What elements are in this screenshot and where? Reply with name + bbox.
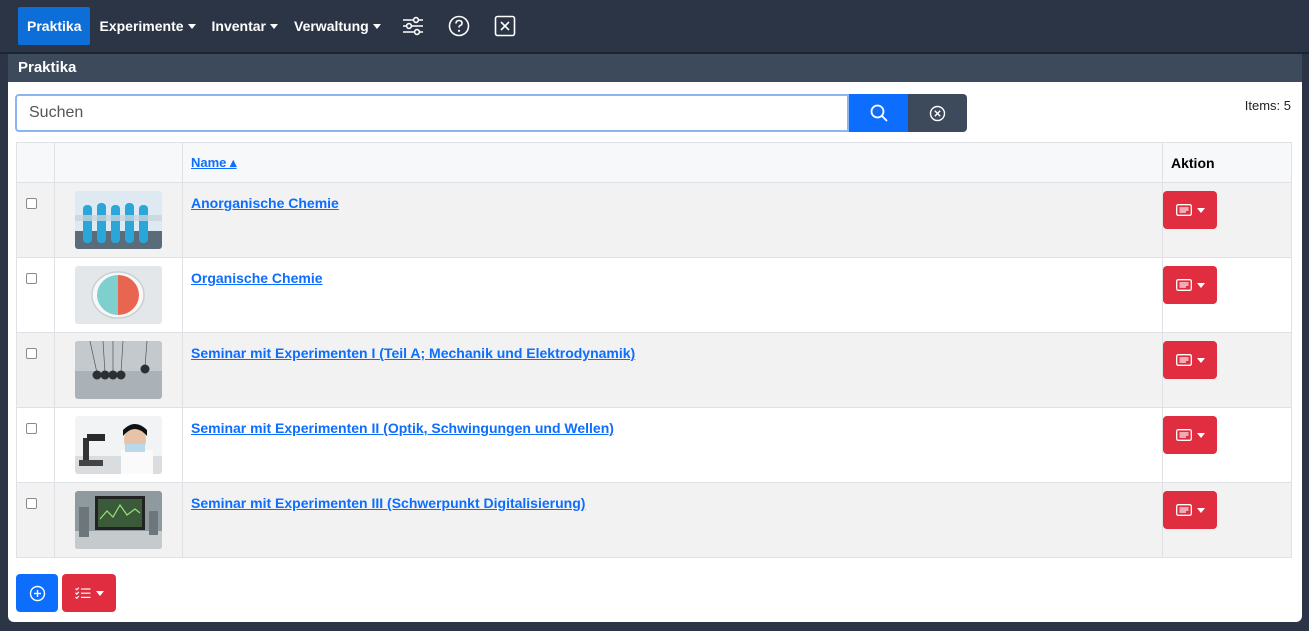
- header-image-col: [54, 142, 183, 183]
- clear-search-button[interactable]: [908, 94, 967, 132]
- main-content: Items: 5 Name ▴ Aktion: [8, 82, 1302, 622]
- chevron-down-icon: [1196, 207, 1205, 213]
- search-icon: [870, 104, 887, 122]
- items-count: Items: 5: [1244, 98, 1291, 113]
- search-input[interactable]: [15, 94, 849, 132]
- header-name-col: Name ▴: [182, 142, 1163, 183]
- nav-verwaltung-label: Verwaltung: [294, 18, 369, 34]
- document-icon: [1175, 204, 1192, 216]
- help-circle-icon[interactable]: [436, 7, 482, 45]
- bulk-actions-dropdown[interactable]: [62, 574, 116, 612]
- list-check-icon: [74, 587, 90, 599]
- row-action-dropdown[interactable]: [1163, 191, 1217, 229]
- document-icon: [1175, 354, 1192, 366]
- header-checkbox-col: [16, 142, 55, 183]
- search-bar: [15, 94, 967, 132]
- chevron-down-icon: [1196, 432, 1205, 438]
- document-icon: [1175, 279, 1192, 291]
- chevron-down-icon: [187, 23, 196, 29]
- row-name-link[interactable]: Seminar mit Experimenten II (Optik, Schw…: [191, 420, 614, 436]
- praktika-table: Name ▴ Aktion Anorganische Chemie Organi…: [16, 142, 1292, 558]
- top-navbar: Praktika Experimente Inventar Verwaltung: [0, 0, 1309, 52]
- table-row: Anorganische Chemie: [16, 182, 1292, 258]
- microscope-scientist-image: [75, 416, 162, 474]
- table-row: Seminar mit Experimenten I (Teil A; Mech…: [16, 332, 1292, 408]
- row-checkbox[interactable]: [26, 498, 37, 509]
- row-name-link[interactable]: Organische Chemie: [191, 270, 323, 286]
- row-action-dropdown[interactable]: [1163, 341, 1217, 379]
- document-icon: [1175, 504, 1192, 516]
- search-button[interactable]: [849, 94, 908, 132]
- row-action-dropdown[interactable]: [1163, 416, 1217, 454]
- document-icon: [1175, 429, 1192, 441]
- table-row: Organische Chemie: [16, 257, 1292, 333]
- header-action-col: Aktion: [1162, 142, 1292, 183]
- add-button[interactable]: [16, 574, 58, 612]
- row-name-link[interactable]: Seminar mit Experimenten III (Schwerpunk…: [191, 495, 585, 511]
- table-row: Seminar mit Experimenten III (Schwerpunk…: [16, 482, 1292, 558]
- row-checkbox[interactable]: [26, 348, 37, 359]
- clear-circle-icon: [929, 105, 946, 121]
- row-action-dropdown[interactable]: [1163, 491, 1217, 529]
- table-header-row: Name ▴ Aktion: [16, 142, 1292, 183]
- chevron-down-icon: [1196, 282, 1205, 288]
- row-checkbox[interactable]: [26, 423, 37, 434]
- sliders-icon[interactable]: [390, 7, 436, 45]
- nav-verwaltung[interactable]: Verwaltung: [287, 7, 388, 45]
- page-title: Praktika: [8, 54, 1302, 82]
- nav-experimente-label: Experimente: [99, 18, 184, 34]
- nav-praktika[interactable]: Praktika: [18, 7, 91, 45]
- sort-by-name-link[interactable]: Name ▴: [191, 155, 237, 170]
- chevron-down-icon: [270, 23, 278, 29]
- plus-circle-icon: [29, 585, 45, 601]
- close-square-icon[interactable]: [482, 7, 528, 45]
- chevron-down-icon: [1196, 507, 1205, 513]
- chevron-down-icon: [372, 23, 381, 29]
- row-name-link[interactable]: Seminar mit Experimenten I (Teil A; Mech…: [191, 345, 635, 361]
- nav-praktika-label: Praktika: [27, 18, 82, 34]
- chevron-down-icon: [1196, 357, 1205, 363]
- chevron-down-icon: [95, 590, 104, 596]
- row-checkbox[interactable]: [26, 198, 37, 209]
- row-action-dropdown[interactable]: [1163, 266, 1217, 304]
- row-checkbox[interactable]: [26, 273, 37, 284]
- nav-inventar[interactable]: Inventar: [205, 7, 285, 45]
- row-name-link[interactable]: Anorganische Chemie: [191, 195, 339, 211]
- nav-inventar-label: Inventar: [211, 18, 266, 34]
- table-row: Seminar mit Experimenten II (Optik, Schw…: [16, 407, 1292, 483]
- nav-experimente[interactable]: Experimente: [92, 7, 202, 45]
- petri-dish-image: [75, 266, 162, 324]
- lab-monitor-image: [75, 491, 162, 549]
- newtons-cradle-image: [75, 341, 162, 399]
- test-tubes-image: [75, 191, 162, 249]
